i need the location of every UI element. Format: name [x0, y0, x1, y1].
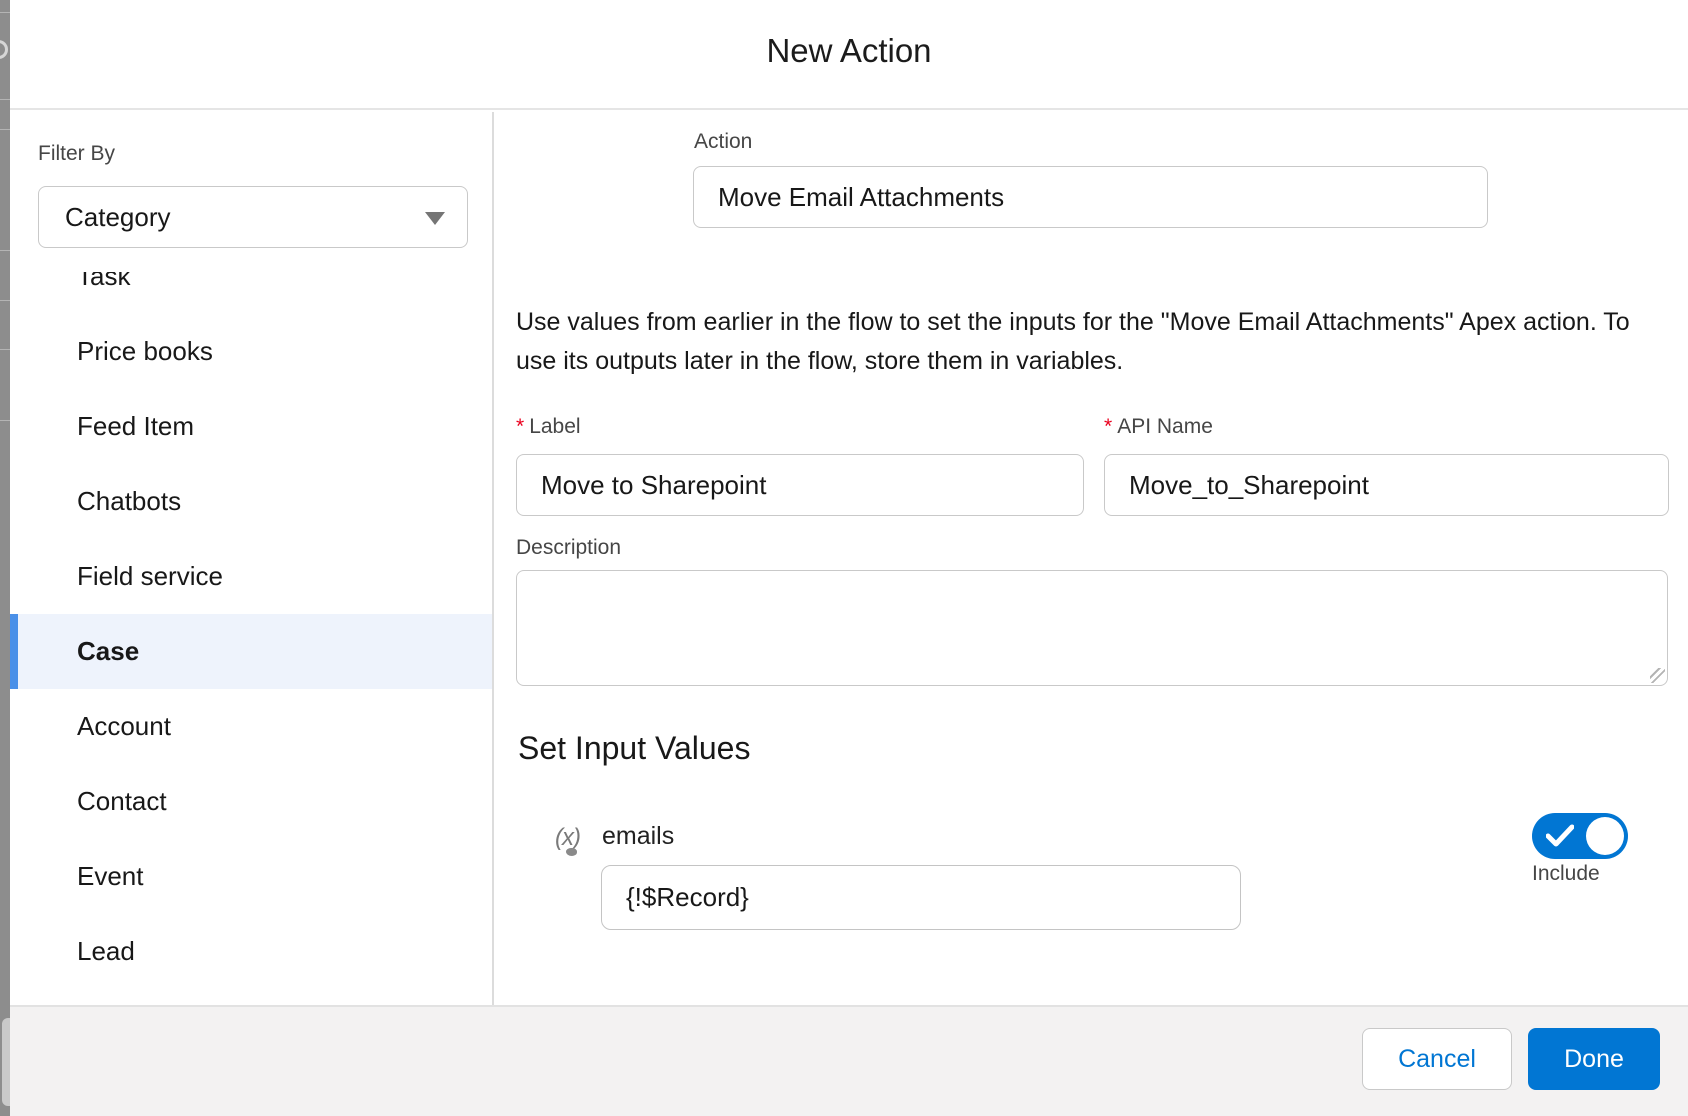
chevron-down-icon	[425, 212, 445, 225]
category-sidebar: Filter By Category Task Price books Feed I…	[10, 112, 494, 1005]
sidebar-item-label: Lead	[77, 936, 135, 966]
sidebar-item-task[interactable]: Task	[10, 272, 494, 314]
sidebar-item-label: Feed Item	[77, 411, 194, 441]
category-list: Task Price books Feed Item Chatbots Field se…	[10, 272, 494, 1005]
sidebar-item-lead[interactable]: Lead	[10, 914, 494, 989]
action-input[interactable]	[693, 166, 1488, 228]
background-divider	[0, 300, 10, 301]
dimmed-background-app	[0, 0, 10, 1116]
variable-icon-glyph: (x)	[555, 824, 580, 851]
sidebar-item-label: Price books	[77, 336, 213, 366]
include-toggle[interactable]	[1532, 813, 1628, 859]
sidebar-item-chatbots[interactable]: Chatbots	[10, 464, 494, 539]
include-label: Include	[1532, 862, 1612, 886]
sidebar-item-case[interactable]: Case	[10, 614, 494, 689]
sidebar-item-label: Case	[77, 636, 139, 666]
background-divider	[0, 99, 10, 100]
required-asterisk: *	[1104, 415, 1112, 438]
sidebar-item-label: Field service	[77, 561, 223, 591]
done-button[interactable]: Done	[1528, 1028, 1660, 1090]
checkmark-icon	[1546, 824, 1574, 848]
sidebar-item-label: Chatbots	[77, 486, 181, 516]
description-label: Description	[516, 536, 621, 560]
helper-text: Use values from earlier in the flow to s…	[516, 303, 1656, 381]
sidebar-item-label: Contact	[77, 786, 167, 816]
new-action-modal: New Action Filter By Category Task Price …	[10, 0, 1688, 1116]
background-divider	[0, 420, 10, 421]
variable-icon: (x)	[555, 824, 580, 852]
sidebar-item-event[interactable]: Event	[10, 839, 494, 914]
emails-param-label: emails	[602, 822, 674, 851]
filter-by-label: Filter By	[38, 142, 115, 166]
modal-header: New Action	[10, 0, 1688, 110]
cancel-button[interactable]: Cancel	[1362, 1028, 1512, 1090]
modal-footer: Cancel Done	[10, 1005, 1688, 1116]
background-divider	[0, 250, 10, 251]
api-name-label: *API Name	[1104, 415, 1213, 439]
set-input-values-heading: Set Input Values	[518, 730, 750, 767]
background-panel-edge	[2, 1018, 10, 1106]
emails-value-input[interactable]	[601, 865, 1241, 930]
background-divider	[0, 12, 10, 13]
sidebar-item-label: Account	[77, 711, 171, 741]
search-icon	[0, 40, 8, 59]
variable-icon-dot	[566, 848, 577, 856]
label-field-label: *Label	[516, 415, 581, 439]
api-name-label-text: API Name	[1117, 415, 1213, 438]
filter-category-select[interactable]: Category	[38, 186, 468, 248]
toggle-knob	[1586, 817, 1624, 855]
label-field-label-text: Label	[529, 415, 580, 438]
sidebar-item-account[interactable]: Account	[10, 689, 494, 764]
sidebar-item-feed-item[interactable]: Feed Item	[10, 389, 494, 464]
description-textarea[interactable]	[516, 570, 1668, 686]
sidebar-item-field-service[interactable]: Field service	[10, 539, 494, 614]
action-label: Action	[694, 130, 752, 154]
sidebar-item-label: Event	[77, 861, 144, 891]
background-divider	[0, 129, 10, 130]
label-input[interactable]	[516, 454, 1084, 516]
background-divider	[0, 349, 10, 350]
filter-select-value: Category	[65, 202, 171, 233]
api-name-input[interactable]	[1104, 454, 1669, 516]
action-config-panel: Action Use values from earlier in the fl…	[496, 112, 1688, 1005]
sidebar-item-price-books[interactable]: Price books	[10, 314, 494, 389]
modal-title: New Action	[10, 32, 1688, 70]
sidebar-item-contact[interactable]: Contact	[10, 764, 494, 839]
sidebar-item-label: Task	[77, 272, 130, 291]
required-asterisk: *	[516, 415, 524, 438]
